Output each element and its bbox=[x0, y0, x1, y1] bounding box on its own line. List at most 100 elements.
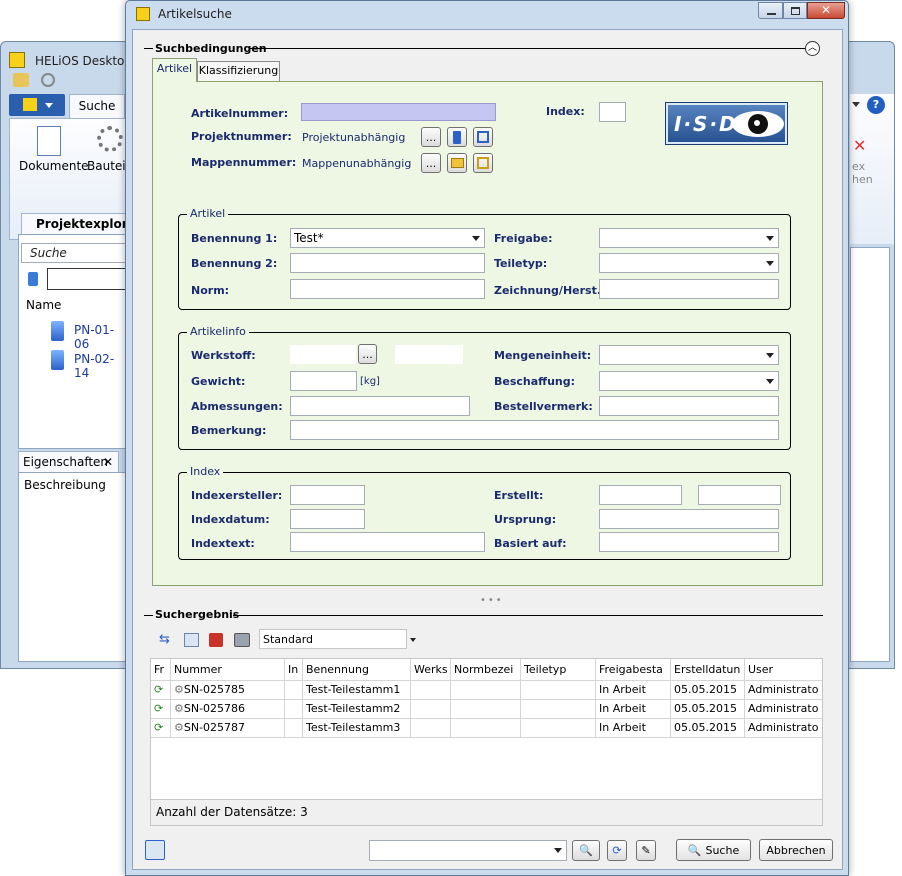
chevron-down-icon bbox=[472, 236, 480, 241]
column-header[interactable]: Werks bbox=[411, 659, 451, 681]
benennung1-select[interactable]: Test* bbox=[290, 228, 485, 248]
table-row[interactable]: ⟳ ⚙SN-025785 Test-Teilestamm1 In Arbeit … bbox=[151, 681, 822, 700]
chevron-down-icon[interactable] bbox=[852, 102, 860, 107]
window-mode-icon[interactable] bbox=[145, 840, 165, 860]
folder-tree-icon[interactable] bbox=[473, 153, 493, 173]
werkstoff-input[interactable] bbox=[290, 345, 356, 364]
mappe-browse-button[interactable]: ... bbox=[421, 153, 441, 173]
werkstoff-browse-button[interactable]: ... bbox=[358, 344, 377, 364]
table-row[interactable]: ⟳ ⚙SN-025786 Test-Teilestamm2 In Arbeit … bbox=[151, 700, 822, 719]
column-header[interactable]: Fr bbox=[151, 659, 171, 681]
dialog-body: Suchbedingungen ︿ Artikel Klassifizierun… bbox=[132, 29, 843, 870]
close-icon[interactable]: ✕ bbox=[103, 455, 113, 469]
indexersteller-input[interactable] bbox=[290, 485, 365, 505]
close-button[interactable]: ✕ bbox=[807, 2, 845, 19]
indextext-input[interactable] bbox=[290, 532, 485, 552]
record-count: Anzahl der Datensätze: 3 bbox=[156, 805, 308, 819]
tab-suche[interactable]: Suche bbox=[69, 94, 125, 118]
print-icon[interactable] bbox=[234, 633, 250, 647]
documents-icon bbox=[37, 126, 61, 156]
export-icon[interactable] bbox=[184, 633, 199, 647]
benennung2-input[interactable] bbox=[290, 253, 485, 273]
pdf-icon[interactable] bbox=[209, 633, 223, 647]
ursprung-input[interactable] bbox=[599, 509, 779, 529]
refresh-button[interactable]: ⟳ bbox=[607, 840, 627, 861]
view-select[interactable]: Standard bbox=[259, 629, 416, 649]
folder-icon[interactable] bbox=[447, 153, 467, 173]
gewicht-unit: [kg] bbox=[360, 376, 380, 387]
explorer-filter-input[interactable] bbox=[47, 268, 127, 290]
app-menu-button[interactable] bbox=[9, 94, 65, 116]
search-options-button[interactable]: 🔍 bbox=[572, 840, 600, 861]
column-header[interactable]: Teiletyp bbox=[521, 659, 596, 681]
erstellt-from-input[interactable] bbox=[599, 485, 682, 505]
teiletyp-label: Teiletyp: bbox=[494, 257, 548, 270]
keys-icon[interactable] bbox=[13, 73, 29, 87]
bemerkung-input[interactable] bbox=[290, 420, 779, 440]
minimize-button[interactable] bbox=[758, 2, 783, 19]
tab-klassifizierung[interactable]: Klassifizierung bbox=[197, 61, 280, 81]
projekt-book-icon[interactable] bbox=[447, 127, 467, 147]
werkstoff-desc-input[interactable] bbox=[395, 345, 463, 364]
basiert-label: Basiert auf: bbox=[494, 537, 567, 550]
column-header[interactable]: Normbezei bbox=[451, 659, 521, 681]
explorer-item[interactable]: PN-02-14 bbox=[74, 352, 127, 380]
gewicht-input[interactable] bbox=[290, 371, 357, 391]
index-input[interactable] bbox=[599, 102, 626, 122]
artikelnummer-input[interactable] bbox=[301, 103, 496, 121]
artikel-group: Artikel Benennung 1: Test* Benennung 2: … bbox=[178, 207, 791, 310]
mappennummer-label: Mappennummer: bbox=[191, 156, 297, 169]
tab-artikel[interactable]: Artikel bbox=[152, 58, 197, 82]
norm-label: Norm: bbox=[191, 284, 230, 297]
gear-icon bbox=[97, 126, 123, 152]
explorer-search-input[interactable]: Suche bbox=[21, 243, 127, 263]
artikelinfo-group: Artikelinfo Werkstoff: ... Gewicht: [kg]… bbox=[178, 325, 791, 450]
name-column-header[interactable]: Name bbox=[26, 298, 61, 312]
projekt-tree-icon[interactable] bbox=[473, 127, 493, 147]
tab-eigenschaften[interactable]: Eigenschaften ✕ bbox=[18, 451, 119, 473]
beschaffung-label: Beschaffung: bbox=[494, 375, 576, 388]
artikelinfo-group-title: Artikelinfo bbox=[187, 325, 249, 338]
table-row[interactable]: ⟳ ⚙SN-025787 Test-Teilestamm3 In Arbeit … bbox=[151, 719, 822, 738]
beschaffung-select[interactable] bbox=[599, 371, 779, 391]
splitter-handle[interactable]: ••• bbox=[480, 595, 504, 606]
projekt-browse-button[interactable]: ... bbox=[421, 127, 441, 147]
teiletyp-select[interactable] bbox=[599, 253, 779, 273]
ribbon-bauteile[interactable]: Bauteile bbox=[87, 159, 125, 173]
maximize-button[interactable] bbox=[783, 2, 807, 19]
freigabe-select[interactable] bbox=[599, 228, 779, 248]
mengeneinheit-select[interactable] bbox=[599, 345, 779, 365]
refresh-icon[interactable] bbox=[41, 73, 55, 87]
explorer-item[interactable]: PN-01-06 bbox=[74, 323, 127, 351]
bestellvermerk-input[interactable] bbox=[599, 396, 779, 416]
dialog-title: Artikelsuche bbox=[158, 7, 232, 21]
chevron-down-icon bbox=[766, 236, 774, 241]
help-icon[interactable]: ? bbox=[867, 96, 885, 114]
column-header[interactable]: In bbox=[285, 659, 303, 681]
saved-search-select[interactable] bbox=[369, 840, 567, 861]
tab-projektexplorer[interactable]: Projektexplorer bbox=[21, 213, 142, 235]
column-header[interactable]: Nummer bbox=[171, 659, 285, 681]
basiert-input[interactable] bbox=[599, 532, 779, 552]
zeichnung-input[interactable] bbox=[599, 279, 779, 299]
ribbon-dokumente[interactable]: Dokumente bbox=[19, 159, 89, 173]
indexdatum-input[interactable] bbox=[290, 509, 365, 529]
column-header[interactable]: Benennung bbox=[303, 659, 411, 681]
row-freigabe: In Arbeit bbox=[596, 719, 671, 738]
column-header[interactable]: User bbox=[745, 659, 822, 681]
index-group: Index Indexersteller: Indexdatum: Indext… bbox=[178, 465, 791, 560]
norm-input[interactable] bbox=[290, 279, 485, 299]
swap-icon[interactable]: ⇆ bbox=[159, 632, 170, 647]
benennung1-value: Test* bbox=[294, 231, 324, 245]
erstellt-to-input[interactable] bbox=[698, 485, 781, 505]
column-header[interactable]: Freigabesta bbox=[596, 659, 671, 681]
sync-icon: ⟳ bbox=[154, 683, 164, 696]
row-benennung: Test-Teilestamm1 bbox=[303, 681, 411, 700]
abbrechen-button[interactable]: Abbrechen bbox=[759, 839, 833, 861]
abmessungen-input[interactable] bbox=[290, 396, 470, 416]
column-header[interactable]: Erstelldatun bbox=[671, 659, 745, 681]
eraser-button[interactable]: ✎ bbox=[636, 840, 656, 861]
suche-button[interactable]: 🔍 Suche bbox=[676, 839, 751, 861]
collapse-icon[interactable]: ︿ bbox=[805, 41, 820, 56]
mappennummer-value: Mappenunabhängig bbox=[302, 157, 412, 170]
